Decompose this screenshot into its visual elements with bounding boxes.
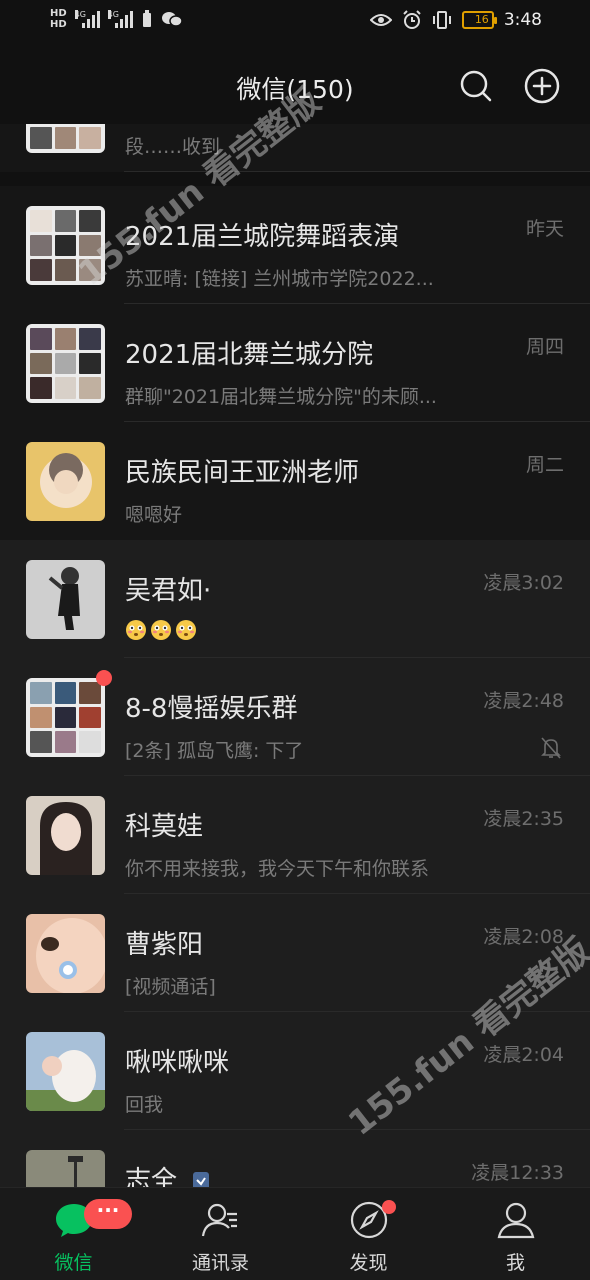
group-avatar bbox=[26, 124, 105, 153]
flushed-face-emoji bbox=[126, 619, 146, 640]
group-avatar bbox=[26, 678, 105, 757]
verified-badge-icon bbox=[193, 1171, 210, 1187]
chat-preview: 嗯嗯好 bbox=[125, 504, 183, 526]
flushed-face-emoji bbox=[176, 619, 196, 640]
avatar-image bbox=[26, 560, 105, 639]
clock: 3:48 bbox=[503, 10, 542, 30]
eye-icon bbox=[369, 14, 392, 26]
avatar bbox=[26, 914, 105, 993]
avatar bbox=[26, 1150, 105, 1187]
add-button[interactable] bbox=[522, 66, 562, 106]
chat-time: 周四 bbox=[525, 336, 564, 358]
tab-label: 微信 bbox=[54, 1252, 93, 1274]
status-left: HD HD 4G 4G bbox=[50, 8, 183, 30]
tab-bar: ··· 微信 通讯录 发现 我 bbox=[0, 1187, 590, 1280]
unread-badge: ··· bbox=[84, 1199, 132, 1229]
chat-name: 科莫娃 bbox=[125, 812, 204, 842]
chat-item[interactable]: 科莫娃 你不用来接我，我今天下午和你联系 凌晨2:35 bbox=[0, 776, 590, 894]
chat-time: 凌晨3:02 bbox=[483, 572, 564, 594]
avatar-image bbox=[26, 914, 105, 993]
tab-label: 发现 bbox=[349, 1252, 388, 1274]
chat-preview bbox=[125, 618, 470, 641]
hd-indicator: HD HD bbox=[50, 8, 67, 30]
chat-time: 凌晨2:04 bbox=[483, 1044, 564, 1066]
contacts-icon bbox=[201, 1203, 237, 1237]
chat-preview: [2条] 孤岛飞鹰: 下了 bbox=[125, 740, 304, 762]
person-icon bbox=[497, 1202, 534, 1239]
chat-name: 啾咪啾咪 bbox=[125, 1048, 230, 1078]
search-button[interactable] bbox=[456, 66, 496, 106]
avatar-image bbox=[26, 796, 105, 875]
search-icon bbox=[460, 70, 492, 102]
chat-time: 周二 bbox=[525, 454, 564, 476]
chat-name: 吴君如· bbox=[125, 576, 212, 606]
chat-time: 凌晨12:33 bbox=[471, 1162, 564, 1184]
avatar bbox=[26, 1032, 105, 1111]
vibrate-icon bbox=[432, 11, 451, 29]
chat-item[interactable]: 吴君如· 凌晨3:02 bbox=[0, 540, 590, 658]
tab-label: 我 bbox=[505, 1252, 525, 1274]
chat-preview: 你不用来接我，我今天下午和你联系 bbox=[125, 858, 430, 880]
alarm-icon bbox=[403, 10, 421, 29]
chat-time: 凌晨2:48 bbox=[483, 690, 564, 712]
chat-name: 曹紫阳 bbox=[125, 930, 204, 960]
tab-label: 通讯录 bbox=[191, 1252, 249, 1274]
avatar bbox=[26, 442, 105, 521]
status-bar: HD HD 4G 4G 16 3:48 bbox=[0, 0, 590, 48]
chat-preview: [视频通话] bbox=[125, 976, 216, 998]
wechat-notify-icon bbox=[161, 12, 183, 27]
battery-saver-icon bbox=[142, 10, 151, 27]
avatar bbox=[26, 796, 105, 875]
tab-me[interactable]: 我 bbox=[442, 1188, 589, 1280]
avatar-image bbox=[26, 442, 105, 521]
group-avatar bbox=[26, 324, 105, 403]
add-icon bbox=[524, 68, 560, 104]
tab-contacts[interactable]: 通讯录 bbox=[147, 1188, 294, 1280]
unread-dot bbox=[96, 670, 112, 686]
chat-preview: 苏亚晴: [链接] 兰州城市学院2022... bbox=[125, 268, 434, 290]
flushed-face-emoji bbox=[151, 619, 171, 640]
tab-discover[interactable]: 发现 bbox=[295, 1188, 442, 1280]
chat-preview: 群聊"2021届北舞兰城分院"的未顾... bbox=[125, 386, 437, 408]
signal-icon-2: 4G bbox=[107, 10, 133, 28]
battery-icon: 16 bbox=[461, 11, 497, 29]
chat-item[interactable]: 8-8慢摇娱乐群 [2条] 孤岛飞鹰: 下了 凌晨2:48 bbox=[0, 658, 590, 776]
chat-item[interactable]: 2021届北舞兰城分院 群聊"2021届北舞兰城分院"的未顾... 周四 bbox=[0, 304, 590, 422]
chat-name: 民族民间王亚洲老师 bbox=[125, 458, 360, 488]
chat-name: 8-8慢摇娱乐群 bbox=[125, 694, 298, 724]
avatar bbox=[26, 560, 105, 639]
mute-icon bbox=[541, 737, 561, 759]
chat-time: 昨天 bbox=[525, 218, 564, 240]
chat-name: 志全 bbox=[125, 1160, 213, 1187]
tab-chats[interactable]: ··· 微信 bbox=[0, 1188, 147, 1280]
chat-item[interactable]: 民族民间王亚洲老师 嗯嗯好 周二 bbox=[0, 422, 590, 540]
chat-name: 2021届北舞兰城分院 bbox=[125, 340, 374, 370]
avatar-image bbox=[26, 1032, 105, 1111]
chat-time: 凌晨2:35 bbox=[483, 808, 564, 830]
avatar-image bbox=[26, 1150, 105, 1187]
signal-icon: 4G bbox=[74, 10, 100, 28]
chat-item[interactable]: 志全 凌晨12:33 bbox=[0, 1130, 590, 1187]
discover-dot bbox=[382, 1200, 396, 1214]
status-right: 16 3:48 bbox=[369, 10, 542, 30]
